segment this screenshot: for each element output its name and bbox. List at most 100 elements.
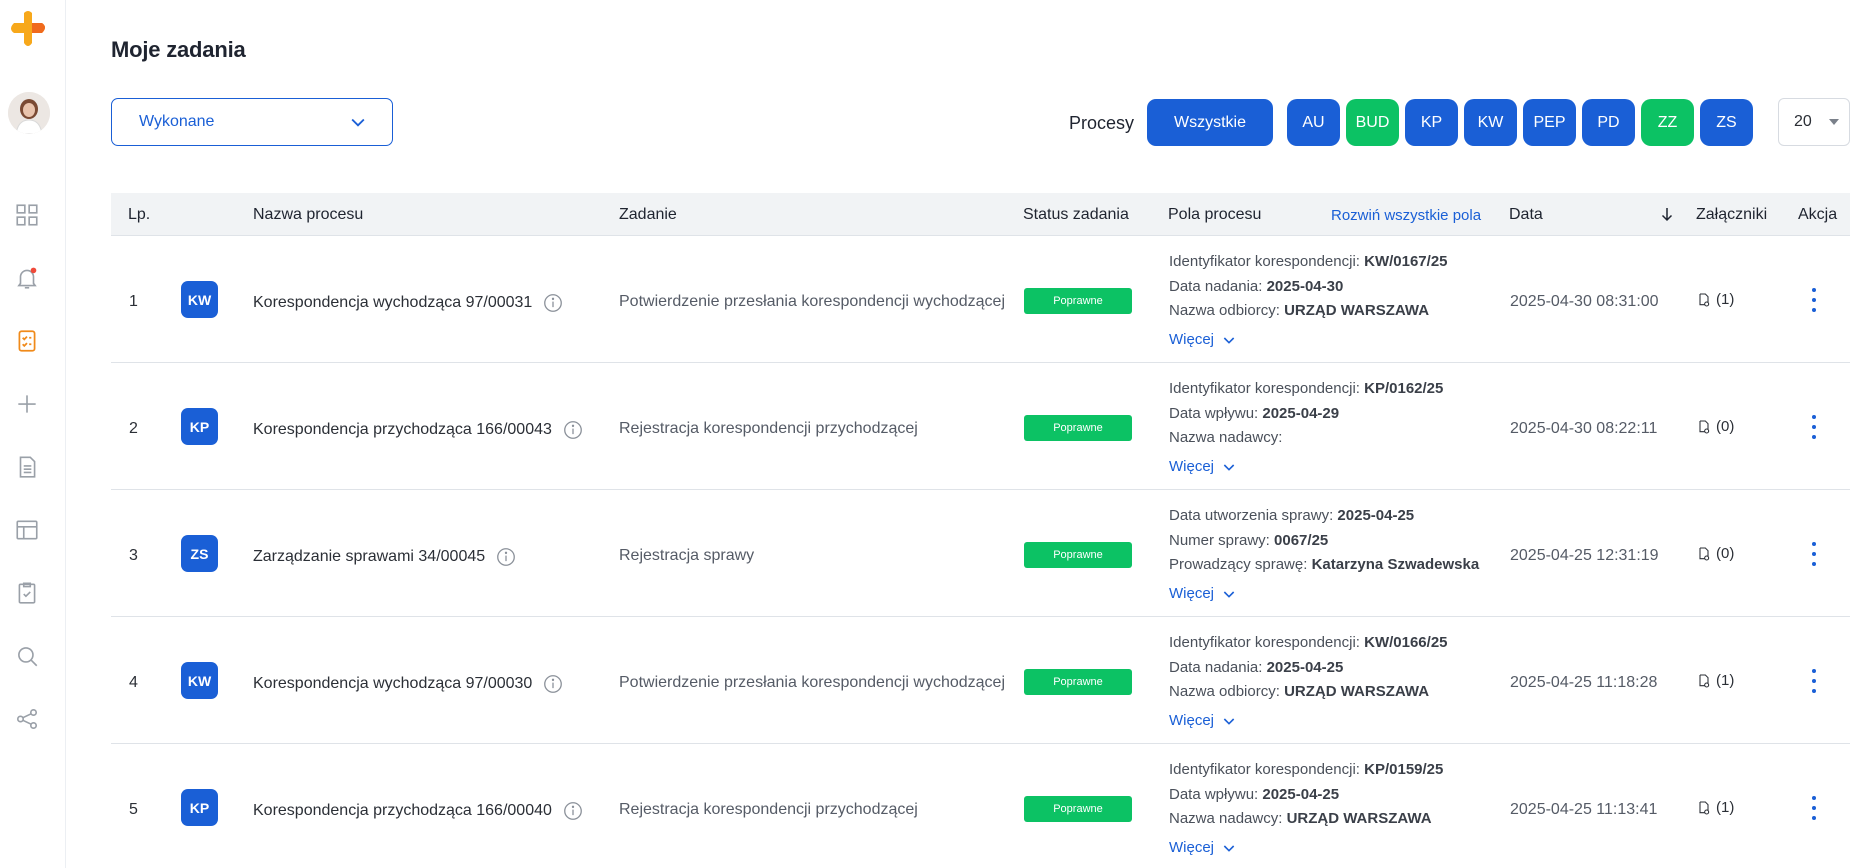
field-label: Data nadania: <box>1169 277 1263 295</box>
attachment-count: (1) <box>1716 799 1735 816</box>
document-icon[interactable] <box>12 452 42 482</box>
share-icon[interactable] <box>12 704 42 734</box>
process-chip-au[interactable]: AU <box>1287 99 1340 146</box>
process-name-text[interactable]: Zarządzanie sprawami 34/00045 <box>253 548 485 566</box>
chevron-down-icon <box>1223 464 1235 471</box>
row-actions-menu-icon[interactable] <box>1802 413 1826 441</box>
search-icon[interactable] <box>12 641 42 671</box>
process-name-text[interactable]: Korespondencja przychodząca 166/00040 <box>253 802 552 820</box>
table-row[interactable]: 5 KP Korespondencja przychodząca 166/000… <box>111 744 1850 868</box>
row-actions-menu-icon[interactable] <box>1802 286 1826 314</box>
more-label[interactable]: Więcej <box>1169 582 1214 607</box>
info-icon[interactable] <box>495 546 517 568</box>
table-row[interactable]: 1 KW Korespondencja wychodząca 97/00031 … <box>111 236 1850 363</box>
app-logo-icon[interactable] <box>8 9 48 49</box>
chevron-down-icon <box>351 118 365 127</box>
info-icon[interactable] <box>562 419 584 441</box>
add-plus-icon[interactable] <box>12 389 42 419</box>
field-value: URZĄD WARSZAWA <box>1284 683 1430 700</box>
table-row[interactable]: 4 KW Korespondencja wychodząca 97/00030 … <box>111 617 1850 744</box>
more-label[interactable]: Więcej <box>1169 328 1214 353</box>
user-avatar[interactable] <box>8 92 50 134</box>
process-filter-all-button[interactable]: Wszystkie <box>1147 99 1273 146</box>
more-fields-toggle[interactable]: Więcej <box>1169 455 1443 480</box>
chevron-down-icon <box>1223 845 1235 852</box>
row-actions-menu-icon[interactable] <box>1802 794 1826 822</box>
attachments[interactable]: (1) <box>1696 291 1734 308</box>
col-date[interactable]: Data <box>1509 206 1543 224</box>
table-row[interactable]: 2 KP Korespondencja przychodząca 166/000… <box>111 363 1850 490</box>
row-actions-menu-icon[interactable] <box>1802 540 1826 568</box>
process-field: Identyfikator korespondencji: KW/0167/25 <box>1169 250 1448 275</box>
status-badge: Poprawne <box>1024 415 1132 441</box>
more-fields-toggle[interactable]: Więcej <box>1169 709 1448 734</box>
field-label: Identyfikator korespondencji: <box>1169 253 1360 270</box>
process-name-text[interactable]: Korespondencja przychodząca 166/00043 <box>253 421 552 439</box>
field-value: KW/0166/25 <box>1364 634 1448 651</box>
info-icon[interactable] <box>542 292 564 314</box>
sort-descending-icon[interactable] <box>1658 205 1676 223</box>
status-filter-select[interactable]: Wykonane <box>111 98 393 146</box>
process-chip-kw[interactable]: KW <box>1464 99 1517 146</box>
more-label[interactable]: Więcej <box>1169 836 1214 861</box>
process-field: Data wpływu: 2025-04-25 <box>1169 783 1443 808</box>
process-chip-pep[interactable]: PEP <box>1523 99 1576 146</box>
row-number: 3 <box>129 547 138 564</box>
more-label[interactable]: Więcej <box>1169 455 1214 480</box>
status-badge: Poprawne <box>1024 796 1132 822</box>
process-field: Nazwa nadawcy: <box>1169 426 1443 451</box>
process-chip-zz[interactable]: ZZ <box>1641 99 1694 146</box>
field-value: URZĄD WARSZAWA <box>1284 302 1430 319</box>
field-label: Nazwa nadawcy: <box>1169 429 1283 446</box>
process-field: Numer sprawy: 0067/25 <box>1169 529 1479 554</box>
process-type-badge: KW <box>181 662 218 699</box>
process-name[interactable]: Korespondencja wychodząca 97/00031 <box>253 292 564 314</box>
field-label: Identyfikator korespondencji: <box>1169 380 1360 397</box>
page-size-select[interactable]: 20 <box>1778 98 1850 146</box>
process-name[interactable]: Zarządzanie sprawami 34/00045 <box>253 546 517 568</box>
field-value: URZĄD WARSZAWA <box>1286 810 1432 827</box>
process-chip-kp[interactable]: KP <box>1405 99 1458 146</box>
process-fields: Data utworzenia sprawy: 2025-04-25 Numer … <box>1169 504 1479 606</box>
dashboard-grid-icon[interactable] <box>12 200 42 230</box>
attachments[interactable]: (1) <box>1696 672 1734 689</box>
attachment-file-icon <box>1699 419 1710 434</box>
attachment-count: (1) <box>1716 672 1735 689</box>
attachments[interactable]: (0) <box>1696 418 1734 435</box>
process-chip-pd[interactable]: PD <box>1582 99 1635 146</box>
more-label[interactable]: Więcej <box>1169 709 1214 734</box>
row-actions-menu-icon[interactable] <box>1802 667 1826 695</box>
process-chip-zs[interactable]: ZS <box>1700 99 1753 146</box>
more-fields-toggle[interactable]: Więcej <box>1169 836 1443 861</box>
process-name-text[interactable]: Korespondencja wychodząca 97/00031 <box>253 294 532 312</box>
field-value: KP/0162/25 <box>1364 380 1444 397</box>
info-icon[interactable] <box>562 800 584 822</box>
process-name[interactable]: Korespondencja wychodząca 97/00030 <box>253 673 564 695</box>
attachments[interactable]: (0) <box>1696 545 1734 562</box>
more-fields-toggle[interactable]: Więcej <box>1169 328 1448 353</box>
field-value: 2025-04-29 <box>1262 404 1340 422</box>
table-row[interactable]: 3 ZS Zarządzanie sprawami 34/00045 Rejes… <box>111 490 1850 617</box>
expand-all-fields-link[interactable]: Rozwiń wszystkie pola <box>1331 207 1481 224</box>
process-name[interactable]: Korespondencja przychodząca 166/00040 <box>253 800 584 822</box>
col-process-name[interactable]: Nazwa procesu <box>253 206 363 224</box>
field-label: Numer sprawy: <box>1169 531 1270 549</box>
more-fields-toggle[interactable]: Więcej <box>1169 582 1479 607</box>
process-type-badge: ZS <box>181 535 218 572</box>
col-task[interactable]: Zadanie <box>619 206 677 224</box>
process-fields: Identyfikator korespondencji: KW/0167/25… <box>1169 250 1448 352</box>
process-name[interactable]: Korespondencja przychodząca 166/00043 <box>253 419 584 441</box>
notifications-bell-icon[interactable] <box>12 263 42 293</box>
row-number: 5 <box>129 801 138 818</box>
attachment-file-icon <box>1699 292 1710 307</box>
process-chip-bud[interactable]: BUD <box>1346 99 1399 146</box>
layout-icon[interactable] <box>12 515 42 545</box>
process-name-text[interactable]: Korespondencja wychodząca 97/00030 <box>253 675 532 693</box>
field-label: Data utworzenia sprawy: <box>1169 507 1334 524</box>
clipboard-check-icon[interactable] <box>12 578 42 608</box>
info-icon[interactable] <box>542 673 564 695</box>
process-fields: Identyfikator korespondencji: KP/0159/25… <box>1169 758 1443 860</box>
tasks-list-icon[interactable] <box>12 326 42 356</box>
attachments[interactable]: (1) <box>1696 799 1734 816</box>
col-status[interactable]: Status zadania <box>1023 206 1129 224</box>
